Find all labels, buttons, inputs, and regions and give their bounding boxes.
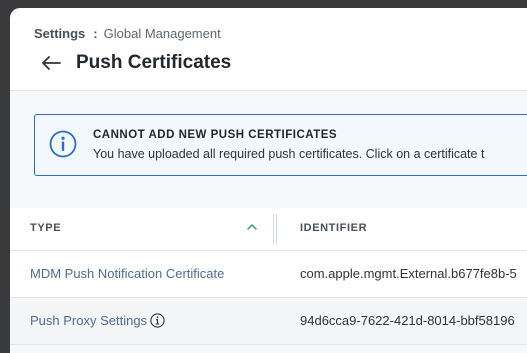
breadcrumb-separator: : bbox=[93, 26, 98, 41]
back-arrow-icon[interactable] bbox=[40, 52, 62, 74]
certificate-type-label[interactable]: Push Proxy Settings bbox=[30, 313, 147, 328]
certificate-type-link[interactable]: Push Proxy Settings bbox=[30, 313, 165, 328]
alert-title: CANNOT ADD NEW PUSH CERTIFICATES bbox=[93, 129, 338, 141]
table-header: TYPE IDENTIFIER bbox=[10, 208, 527, 251]
alert-message: You have uploaded all required push cert… bbox=[93, 147, 485, 161]
breadcrumb: Settings: Global Management bbox=[34, 26, 221, 41]
breadcrumb-settings[interactable]: Settings bbox=[34, 26, 85, 41]
table-row[interactable]: MDM Push Notification Certificate com.ap… bbox=[10, 251, 527, 298]
certificate-identifier: com.apple.mgmt.External.b677fe8b-5 bbox=[300, 266, 517, 281]
sort-ascending-icon[interactable] bbox=[246, 222, 258, 232]
column-header-identifier[interactable]: IDENTIFIER bbox=[300, 222, 367, 234]
content-area: CANNOT ADD NEW PUSH CERTIFICATES You hav… bbox=[10, 91, 527, 353]
certificates-table: TYPE IDENTIFIER MDM Push Notification Ce… bbox=[10, 208, 527, 345]
column-header-type[interactable]: TYPE bbox=[30, 222, 61, 234]
settings-panel: Settings: Global Management Push Certific… bbox=[10, 8, 527, 353]
certificate-type-link[interactable]: MDM Push Notification Certificate bbox=[30, 266, 224, 281]
certificate-identifier: 94d6cca9-7622-421d-8014-bbf58196 bbox=[300, 313, 515, 328]
breadcrumb-current: Global Management bbox=[103, 26, 221, 41]
info-icon[interactable] bbox=[150, 313, 165, 328]
page-header: Settings: Global Management Push Certific… bbox=[10, 8, 527, 91]
table-row[interactable]: Push Proxy Settings 94d6cca9-7622-421d-8… bbox=[10, 298, 527, 345]
page-title: Push Certificates bbox=[76, 52, 232, 73]
info-alert: CANNOT ADD NEW PUSH CERTIFICATES You hav… bbox=[34, 114, 527, 176]
column-resize-handle[interactable] bbox=[272, 214, 278, 244]
info-circle-icon bbox=[49, 130, 77, 158]
